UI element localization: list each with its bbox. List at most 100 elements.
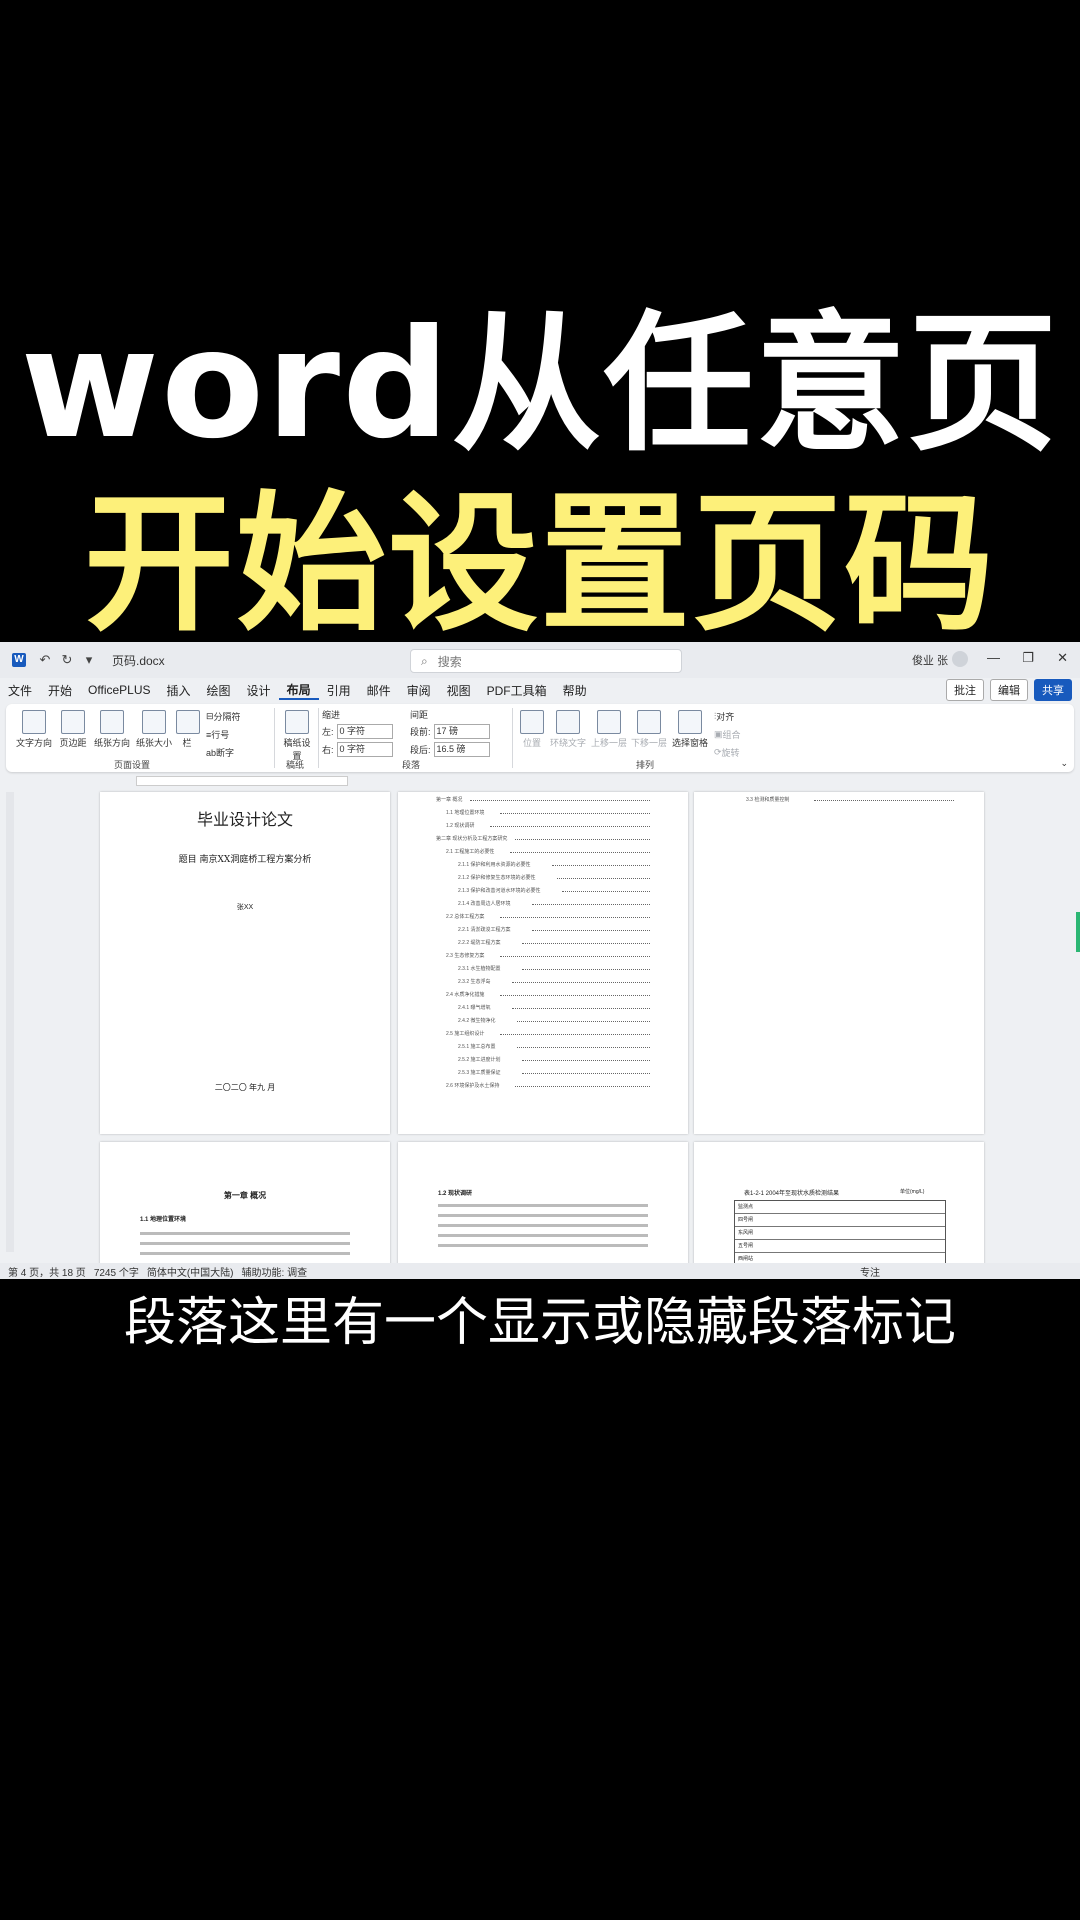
table-row: 监测点 <box>735 1201 945 1214</box>
toc-leader <box>490 826 650 828</box>
send-backward-button[interactable]: 下移一层 <box>630 710 668 749</box>
group-draft: 稿纸 <box>286 760 305 770</box>
orientation-button[interactable]: 纸张方向 <box>92 710 132 749</box>
focus-mode[interactable]: 专注 <box>860 1264 880 1279</box>
page-toc-end[interactable]: 3.3 检测和质量控制 <box>694 792 984 1134</box>
page-toc[interactable]: 第一章 概况 1.1 地理位置环境 1.2 现状调研 第二章 现状分析及工程方案研究 2… <box>398 792 688 1134</box>
indent-left-field: 左: 0 字符 <box>322 724 393 739</box>
rotate-button[interactable]: ⟳ 旋转 <box>714 746 740 759</box>
hyphenation-button[interactable]: ab 断字 <box>206 746 234 759</box>
page-table[interactable]: 表1-2-1 2004年至现状水质检测结果 单位(mg/L) 监测点 四号闸 东风闸… <box>694 1142 984 1272</box>
text-line <box>140 1242 350 1245</box>
scrollbar-thumb[interactable] <box>1076 912 1080 952</box>
toc-leader <box>814 800 954 802</box>
page-count[interactable]: 第 4 页，共 18 页 <box>8 1264 86 1279</box>
menu-design[interactable]: 设计 <box>239 682 279 699</box>
menu-home[interactable]: 开始 <box>40 682 80 699</box>
toc-entry: 2.2.2 堤防工程方案 <box>458 940 501 946</box>
indent-right-input[interactable]: 0 字符 <box>336 742 393 757</box>
hyphenation-icon: ab <box>206 747 217 758</box>
water-quality-table: 监测点 四号闸 东风闸 五号闸 西闸站 <box>734 1200 946 1267</box>
restore-icon[interactable]: ❐ <box>1022 650 1034 666</box>
bring-forward-button[interactable]: 上移一层 <box>590 710 628 749</box>
menu-bar: 文件 开始 OfficePLUS 插入 绘图 设计 布局 引用 邮件 审阅 视图… <box>0 678 1080 702</box>
wrap-text-button[interactable]: 环绕文字 <box>550 710 586 749</box>
selection-pane-button[interactable]: 选择窗格 <box>670 710 710 749</box>
menu-officeplus[interactable]: OfficePLUS <box>80 683 158 697</box>
menu-pdf-tools[interactable]: PDF工具箱 <box>479 682 555 699</box>
menu-insert[interactable]: 插入 <box>159 682 199 699</box>
quick-access-dropdown-icon[interactable]: ▾ <box>78 652 100 668</box>
columns-icon <box>176 710 200 734</box>
toc-leader <box>515 1086 650 1088</box>
user-name[interactable]: 俊业 张 <box>912 652 948 668</box>
menu-file[interactable]: 文件 <box>0 682 40 699</box>
toc-entry: 2.4 水质净化措施 <box>446 992 485 998</box>
spacing-before-input[interactable]: 17 磅 <box>433 724 490 739</box>
toc-entry: 2.5 施工组织设计 <box>446 1031 485 1037</box>
breaks-button[interactable]: ⊟ 分隔符 <box>206 710 241 723</box>
toc-entry: 2.5.1 施工总布置 <box>458 1044 496 1050</box>
redo-icon[interactable]: ↻ <box>56 652 78 668</box>
bring-forward-icon <box>597 710 621 734</box>
toc-leader <box>512 982 650 984</box>
page-section-1-2[interactable]: 1.2 现状调研 <box>398 1142 688 1272</box>
avatar[interactable] <box>952 651 968 667</box>
toc-leader <box>512 1008 650 1010</box>
toc-leader <box>522 1060 650 1062</box>
toc-leader <box>557 878 650 880</box>
size-button[interactable]: 纸张大小 <box>134 710 174 749</box>
edit-button[interactable]: 编辑 <box>990 679 1028 701</box>
toc-entry: 2.2.1 清淤疏浚工程方案 <box>458 927 511 933</box>
share-button[interactable]: 共享 <box>1034 679 1072 701</box>
title-bar: W ↶ ↻ ▾ 页码.docx ⌕ 搜索 俊业 张 — ❐ ✕ <box>0 642 1080 678</box>
spacing-after-input[interactable]: 16.5 磅 <box>433 742 490 757</box>
toc-entry: 2.1.1 保护和利用水资源的必要性 <box>458 862 531 868</box>
menu-help[interactable]: 帮助 <box>555 682 595 699</box>
menu-layout[interactable]: 布局 <box>278 681 319 700</box>
toc-entry: 2.4.1 曝气增氧 <box>458 1005 491 1011</box>
page-cover[interactable]: 毕业设计论文 题目 南京XX洞庭桥工程方案分析 张XX 二〇二〇 年九 月 <box>100 792 390 1134</box>
toc-entry: 2.1.2 保护和修复生态环境的必要性 <box>458 875 536 881</box>
language[interactable]: 简体中文(中国大陆) <box>147 1264 234 1279</box>
line-numbers-button[interactable]: ≡ 行号 <box>206 728 229 741</box>
menu-review[interactable]: 审阅 <box>399 682 439 699</box>
position-icon <box>520 710 544 734</box>
draft-settings-button[interactable]: 稿纸设置 <box>280 710 314 762</box>
horizontal-ruler[interactable] <box>136 776 348 786</box>
columns-button[interactable]: 栏 <box>176 710 200 749</box>
align-button[interactable]: ⫶ 对齐 <box>714 710 734 723</box>
close-icon[interactable]: ✕ <box>1057 650 1068 666</box>
menu-draw[interactable]: 绘图 <box>199 682 239 699</box>
indent-left-input[interactable]: 0 字符 <box>336 724 393 739</box>
margins-button[interactable]: 页边距 <box>56 710 90 749</box>
word-count[interactable]: 7245 个字 <box>94 1264 139 1279</box>
indent-right-field: 右: 0 字符 <box>322 742 393 757</box>
vertical-ruler[interactable] <box>6 792 14 1252</box>
document-name: 页码.docx <box>112 653 165 668</box>
toc-leader <box>500 917 650 919</box>
toc-entry: 2.5.3 施工质量保证 <box>458 1070 501 1076</box>
group-button[interactable]: ▣ 组合 <box>714 728 741 741</box>
accessibility[interactable]: 辅助功能: 调查 <box>242 1264 308 1279</box>
page-chapter1[interactable]: 第一章 概况 1.1 地理位置环境 <box>100 1142 390 1272</box>
search-box[interactable]: ⌕ 搜索 <box>410 649 682 673</box>
minimize-icon[interactable]: — <box>987 650 1000 665</box>
text-direction-button[interactable]: 文字方向 <box>14 710 54 749</box>
toc-entry: 3.3 检测和质量控制 <box>746 797 790 803</box>
undo-icon[interactable]: ↶ <box>34 652 56 668</box>
word-logo-icon: W <box>12 653 26 667</box>
comment-button[interactable]: 批注 <box>946 679 984 701</box>
breaks-icon: ⊟ <box>206 711 214 721</box>
position-button[interactable]: 位置 <box>518 710 546 749</box>
table-row: 五号闸 <box>735 1240 945 1253</box>
send-backward-icon <box>637 710 661 734</box>
word-window: W ↶ ↻ ▾ 页码.docx ⌕ 搜索 俊业 张 — ❐ ✕ 文件 开始 Of… <box>0 642 1080 1279</box>
text-line <box>438 1234 648 1237</box>
collapse-ribbon-icon[interactable]: ⌄ <box>1060 758 1068 769</box>
toc-leader <box>500 813 650 815</box>
menu-mailings[interactable]: 邮件 <box>359 682 399 699</box>
toc-leader <box>470 800 650 802</box>
menu-view[interactable]: 视图 <box>439 682 479 699</box>
menu-references[interactable]: 引用 <box>319 682 359 699</box>
